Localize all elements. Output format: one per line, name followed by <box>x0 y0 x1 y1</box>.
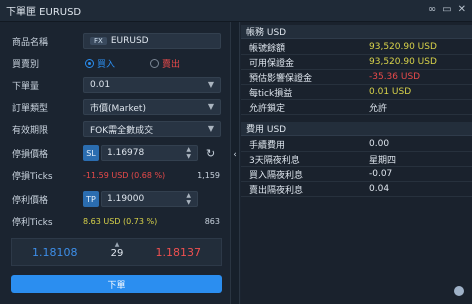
stop-loss-row: 停損價格 SL 1.16978 ▲ ▼ ↻ <box>0 142 230 164</box>
fee-row: 3天隔夜利息 星期四 <box>241 152 472 167</box>
account-row-value: 93,520.90 USD <box>369 57 437 67</box>
stepper-icon[interactable]: ▲ ▼ <box>186 146 191 160</box>
chevron-left-icon[interactable]: ‹ <box>231 150 239 160</box>
validity-value: FOK需全數成交 <box>90 125 154 136</box>
sell-radio-label: 賣出 <box>162 59 181 70</box>
account-row-label: 允許鎖定 <box>249 103 286 114</box>
stop-ticks-value: 1,159 <box>197 170 220 180</box>
account-row-label: 每tick損益 <box>249 88 293 99</box>
fee-row-label: 買入隔夜利息 <box>249 170 304 181</box>
chevron-down-icon: ▼ <box>207 124 214 133</box>
close-icon[interactable]: ✕ <box>458 4 466 15</box>
order-type-label: 訂單類型 <box>12 103 49 114</box>
fee-row: 買入隔夜利息 -0.07 <box>241 167 472 182</box>
validity-row: 有效期限 FOK需全數成交 ▼ <box>0 118 230 140</box>
sell-radio-dot <box>150 58 159 68</box>
spread-value: 29 <box>110 248 124 259</box>
account-row-value: 93,520.90 USD <box>369 42 437 52</box>
account-row-label: 帳號餘額 <box>249 43 286 54</box>
fee-row-value: 0.00 <box>369 139 390 149</box>
side-row: 買賣別 買入 賣出 <box>0 52 230 74</box>
quantity-value: 0.01 <box>90 80 111 90</box>
sell-radio[interactable]: 賣出 <box>150 57 180 70</box>
quote-box: 1.18108 ▲ 29 1.18137 <box>11 238 222 266</box>
take-profit-input[interactable]: 1.19000 ▲ ▼ <box>101 191 198 207</box>
chevron-down-icon: ▼ <box>207 102 214 111</box>
fee-row-value: 星期四 <box>369 155 397 166</box>
order-type-value: 市價(Market) <box>90 103 146 114</box>
chevron-up-icon: ▲ <box>114 241 120 248</box>
account-row: 預估影響保證金 -35.36 USD <box>241 70 472 85</box>
window-title: 下單匣 EURUSD <box>6 7 82 18</box>
account-row: 帳號餘額 93,520.90 USD <box>241 40 472 55</box>
product-field[interactable]: FX EURUSD <box>83 33 221 49</box>
info-panel: 帳務 USD 帳號餘額 93,520.90 USD 可用保證金 93,520.9… <box>241 22 472 304</box>
fee-row-value: 0.04 <box>369 184 390 194</box>
window-controls: ∞ ▭ ✕ <box>428 4 466 15</box>
product-value: EURUSD <box>110 36 149 46</box>
take-profit-label: 停利價格 <box>12 195 49 206</box>
side-label: 買賣別 <box>12 59 40 70</box>
fee-row: 賣出隔夜利息 0.04 <box>241 182 472 197</box>
link-icon[interactable]: ∞ <box>428 4 436 15</box>
fee-row-label: 手續費用 <box>249 140 286 151</box>
stop-loss-input[interactable]: 1.16978 ▲ ▼ <box>101 145 198 161</box>
take-profit-row: 停利價格 TP 1.19000 ▲ ▼ <box>0 188 230 210</box>
quantity-select[interactable]: 0.01 ▼ <box>83 77 221 93</box>
stepper-icon[interactable]: ▲ ▼ <box>186 192 191 206</box>
fees-header: 費用 USD <box>241 122 472 136</box>
refresh-icon[interactable]: ↻ <box>206 147 215 160</box>
stop-loss-label: 停損價格 <box>12 149 49 160</box>
ask-price[interactable]: 1.18137 <box>156 246 202 259</box>
product-label: 商品名稱 <box>12 37 49 48</box>
fee-row-label: 賣出隔夜利息 <box>249 185 304 196</box>
fee-row-label: 3天隔夜利息 <box>249 155 300 166</box>
stop-loss-value: 1.16978 <box>107 148 145 158</box>
chevron-down-icon: ▼ <box>207 80 214 89</box>
stop-loss-info: -11.59 USD (0.68 %) <box>83 170 166 180</box>
spread: ▲ 29 <box>108 241 126 259</box>
account-row: 允許鎖定 允許 <box>241 100 472 115</box>
stop-ticks-label: 停損Ticks <box>12 171 53 182</box>
title-bar: 下單匣 EURUSD ∞ ▭ ✕ <box>0 0 472 22</box>
account-row-value: 0.01 USD <box>369 87 412 97</box>
profit-ticks-row: 停利Ticks 8.63 USD (0.73 %) 863 <box>0 210 230 232</box>
order-type-select[interactable]: 市價(Market) ▼ <box>83 99 221 115</box>
theme-toggle-icon[interactable] <box>454 286 464 296</box>
profit-ticks-value: 863 <box>204 216 220 226</box>
take-profit-info: 8.63 USD (0.73 %) <box>83 216 158 226</box>
bid-price[interactable]: 1.18108 <box>32 246 78 259</box>
panel-divider <box>230 22 240 304</box>
product-row: 商品名稱 FX EURUSD <box>0 30 230 52</box>
validity-label: 有效期限 <box>12 125 49 136</box>
account-row-label: 可用保證金 <box>249 58 295 69</box>
buy-radio[interactable]: 買入 <box>85 57 115 70</box>
tp-tag[interactable]: TP <box>83 191 99 207</box>
buy-radio-dot <box>85 58 94 68</box>
sl-tag[interactable]: SL <box>83 145 99 161</box>
fee-row-value: -0.07 <box>369 169 393 179</box>
minimize-icon[interactable]: ▭ <box>442 4 451 15</box>
account-header: 帳務 USD <box>241 25 472 39</box>
validity-select[interactable]: FOK需全數成交 ▼ <box>83 121 221 137</box>
account-row: 可用保證金 93,520.90 USD <box>241 55 472 70</box>
account-row: 每tick損益 0.01 USD <box>241 85 472 100</box>
order-type-row: 訂單類型 市價(Market) ▼ <box>0 96 230 118</box>
buy-radio-label: 買入 <box>97 59 116 70</box>
fx-badge: FX <box>90 37 107 45</box>
stop-ticks-row: 停損Ticks -11.59 USD (0.68 %) 1,159 <box>0 164 230 186</box>
profit-ticks-label: 停利Ticks <box>12 217 53 228</box>
account-row-value: -35.36 USD <box>369 72 421 82</box>
account-row-value: 允許 <box>369 103 388 114</box>
take-profit-value: 1.19000 <box>107 194 145 204</box>
fee-row: 手續費用 0.00 <box>241 137 472 152</box>
quantity-row: 下單量 0.01 ▼ <box>0 74 230 96</box>
account-row-label: 預估影響保證金 <box>249 73 313 84</box>
quantity-label: 下單量 <box>12 81 40 92</box>
place-order-button[interactable]: 下單 <box>11 275 222 293</box>
